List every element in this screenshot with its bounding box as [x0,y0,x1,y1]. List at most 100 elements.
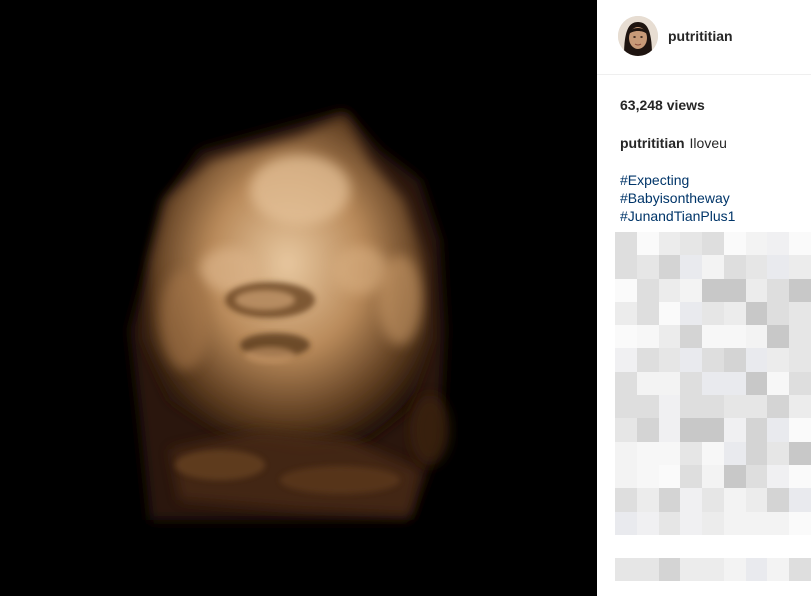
pixel-cell [658,232,681,256]
pixel-cell [745,418,768,442]
pixel-cell [702,534,724,559]
pixel-cell [767,395,790,419]
pixel-cell [789,255,811,279]
pixel-cell [789,348,811,372]
pixel-cell [636,371,659,396]
post-sidebar: putrititian 63,248 views putrititian Ilov… [597,0,811,596]
pixel-cell [615,534,637,559]
view-count: 63,248 views [620,97,705,113]
post-media[interactable] [0,0,597,596]
pixel-cell [702,325,724,349]
caption-text: Iloveu [689,135,727,151]
pixel-cell [767,511,790,535]
pixel-cell [723,441,746,465]
pixel-cell [636,464,659,489]
pixel-cell [615,464,637,489]
pixel-cell [680,558,703,582]
pixel-cell [745,255,768,279]
pixel-cell [680,348,703,372]
avatar-icon [618,16,658,56]
pixel-cell [745,348,768,372]
pixel-cell [658,558,681,582]
pixel-cell [723,348,746,372]
pixel-cell [636,441,659,465]
pixel-cell [745,278,768,302]
pixel-cell [789,395,811,419]
pixel-cell [789,511,811,535]
pixel-cell [615,301,637,326]
pixel-cell [723,395,746,419]
pixel-cell [615,278,637,302]
pixel-cell [767,325,790,349]
pixel-cell [745,511,768,535]
pixel-cell [789,441,811,465]
pixel-cell [723,534,746,559]
pixel-cell [723,558,746,582]
pixel-cell [636,301,659,326]
pixel-cell [789,325,811,349]
pixel-cell [615,488,637,512]
pixel-cell [767,534,790,559]
pixel-cell [615,441,637,465]
pixel-cell [680,255,703,279]
pixel-cell [767,418,790,442]
hashtag-link[interactable]: #Babyisontheway [620,189,735,207]
pixel-cell [615,348,637,372]
pixel-cell [702,418,724,442]
pixel-cell [702,441,724,465]
pixel-cell [745,395,768,419]
pixel-cell [680,464,703,489]
pixel-cell [745,301,768,326]
pixel-cell [767,348,790,372]
pixel-cell [767,371,790,396]
pixel-cell [615,511,637,535]
pixel-cell [789,371,811,396]
pixel-cell [702,395,724,419]
pixel-cell [658,395,681,419]
pixel-cell [789,418,811,442]
pixel-cell [658,511,681,535]
pixel-cell [789,464,811,489]
pixel-cell [636,534,659,559]
pixel-cell [680,371,703,396]
pixel-cell [636,325,659,349]
pixel-cell [680,441,703,465]
pixel-cell [658,255,681,279]
pixel-cell [680,278,703,302]
pixel-cell [615,371,637,396]
pixel-cell [702,488,724,512]
pixel-cell [745,488,768,512]
pixel-cell [723,325,746,349]
avatar[interactable] [618,16,658,56]
pixel-cell [615,255,637,279]
pixel-cell [702,278,724,302]
pixel-cell [702,255,724,279]
pixel-cell [702,232,724,256]
post-header: putrititian [597,0,811,75]
pixel-cell [636,255,659,279]
pixel-cell [680,511,703,535]
pixel-cell [745,534,768,559]
pixel-cell [615,395,637,419]
hashtag-link[interactable]: #JunandTianPlus1 [620,207,735,225]
pixel-cell [658,464,681,489]
pixel-cell [767,255,790,279]
pixel-cell [658,325,681,349]
pixel-cell [789,488,811,512]
pixel-cell [702,558,724,582]
pixel-cell [615,232,637,256]
pixel-cell [658,418,681,442]
pixel-cell [767,488,790,512]
pixel-cell [702,348,724,372]
pixel-cell [658,348,681,372]
caption-username-link[interactable]: putrititian [620,135,685,151]
username-link[interactable]: putrititian [668,28,733,44]
pixel-cell [723,232,746,256]
pixel-cell [658,534,681,559]
pixel-cell [680,232,703,256]
pixel-cell [767,441,790,465]
pixel-cell [636,232,659,256]
pixel-cell [723,255,746,279]
hashtag-link[interactable]: #Expecting [620,171,735,189]
caption: putrititian Iloveu [620,135,727,151]
